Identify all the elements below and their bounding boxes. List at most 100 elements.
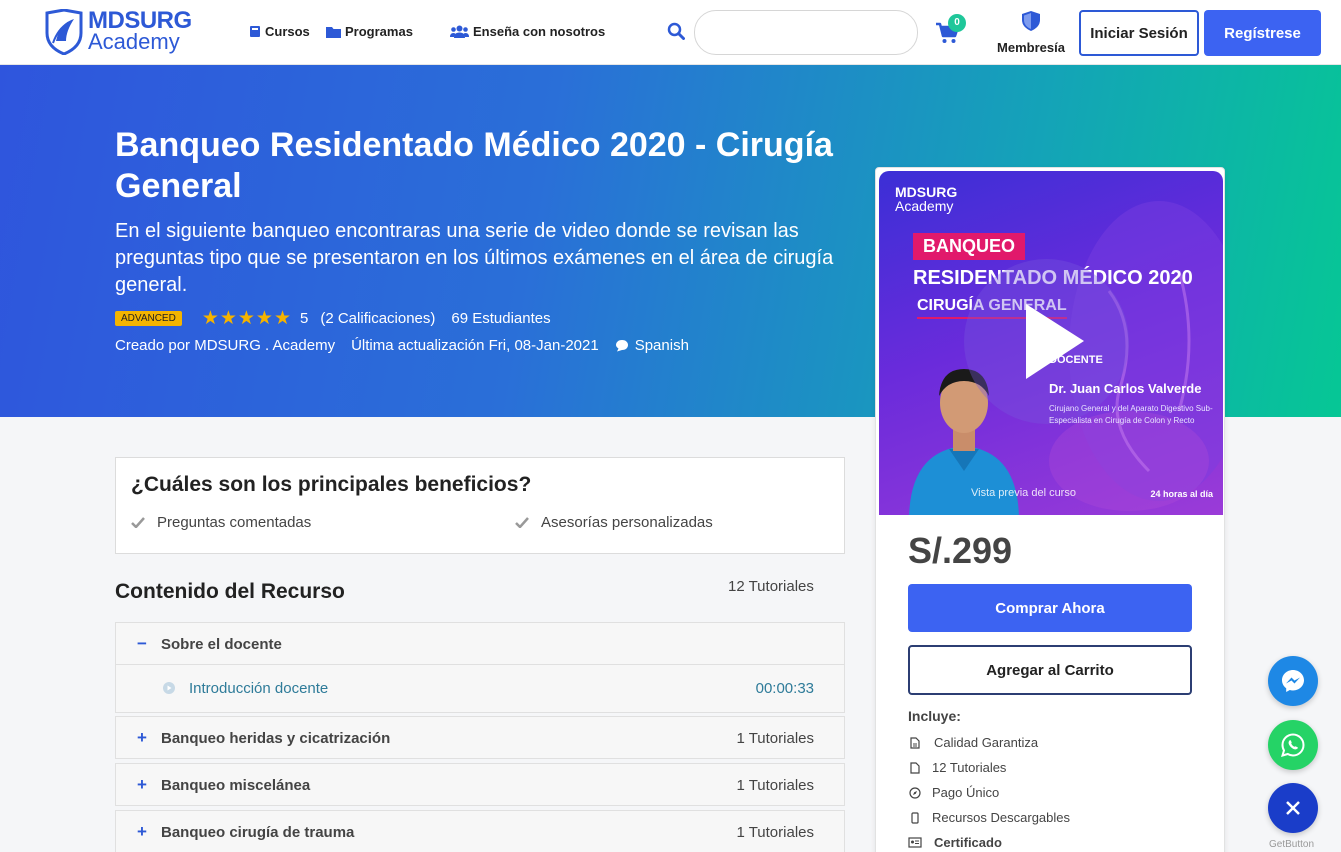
purchase-card: MDSURG Academy BANQUEO RESIDENTADO MÉDIC… bbox=[875, 167, 1225, 852]
compass-icon bbox=[909, 786, 921, 799]
check-icon bbox=[515, 517, 529, 528]
section-title: Banqueo miscelánea bbox=[161, 777, 311, 794]
register-button[interactable]: Regístrese bbox=[1204, 10, 1321, 56]
book-icon bbox=[250, 26, 260, 37]
includes-label: 12 Tutoriales bbox=[932, 760, 1007, 775]
document-icon bbox=[910, 761, 920, 774]
video-docente-label: DOCENTE bbox=[1049, 354, 1103, 366]
rating-stars: ★★★★★ bbox=[201, 308, 292, 329]
section-sobre-docente[interactable]: − Sobre el docente bbox=[115, 622, 845, 665]
includes-item: 12 Tutoriales bbox=[908, 755, 1070, 780]
language: Spanish bbox=[615, 337, 689, 354]
benefit-item: Preguntas comentadas bbox=[131, 514, 311, 531]
level-badge: ADVANCED bbox=[115, 311, 182, 326]
lesson-duration: 00:00:33 bbox=[755, 680, 814, 697]
whatsapp-icon bbox=[1281, 733, 1305, 757]
video-footer: 24 horas al día bbox=[1150, 489, 1213, 499]
nav-programas-label: Programas bbox=[345, 24, 413, 39]
messenger-button[interactable] bbox=[1268, 656, 1318, 706]
expand-icon: + bbox=[137, 822, 147, 841]
rating-value: 5 bbox=[300, 310, 309, 327]
includes-item: Pago Único bbox=[908, 780, 1070, 805]
nav-ensena-label: Enseña con nosotros bbox=[473, 24, 606, 39]
close-icon bbox=[1286, 801, 1300, 815]
preview-label: Vista previa del curso bbox=[971, 487, 1076, 499]
lesson-row[interactable]: Introducción docente 00:00:33 bbox=[115, 665, 845, 713]
close-widget-button[interactable] bbox=[1268, 783, 1318, 833]
course-price: S/.299 bbox=[908, 530, 1013, 571]
shield-icon bbox=[1022, 11, 1040, 31]
site-header: MDSURG Academy Cursos Programas Enseña c… bbox=[0, 0, 1341, 65]
search-icon[interactable] bbox=[667, 22, 685, 40]
getbutton-label: GetButton bbox=[1269, 839, 1315, 850]
includes-item: Certificado bbox=[908, 830, 1070, 852]
section-title: Banqueo cirugía de trauma bbox=[161, 824, 355, 841]
play-button[interactable] bbox=[964, 259, 1129, 424]
includes-label: Certificado bbox=[934, 835, 1002, 850]
includes-item: Calidad Garantiza bbox=[908, 730, 1070, 755]
video-docente-name: Dr. Juan Carlos Valverde bbox=[1049, 381, 1202, 396]
site-logo[interactable]: MDSURG Academy bbox=[44, 9, 192, 55]
messenger-icon bbox=[1282, 670, 1304, 692]
collapse-icon: − bbox=[137, 634, 147, 653]
play-icon bbox=[1026, 304, 1084, 379]
login-button[interactable]: Iniciar Sesión bbox=[1079, 10, 1199, 56]
ratings-count: (2 Calificaciones) bbox=[320, 310, 436, 327]
nav-ensena[interactable]: Enseña con nosotros bbox=[450, 24, 605, 39]
nav-cursos-label: Cursos bbox=[265, 24, 310, 39]
section-title: Banqueo heridas y cicatrización bbox=[161, 730, 391, 747]
includes-list: Calidad Garantiza 12 Tutoriales Pago Úni… bbox=[908, 730, 1070, 852]
expand-icon: + bbox=[137, 728, 147, 747]
video-docente-desc: Cirujano General y del Aparato Digestivo… bbox=[1049, 404, 1213, 425]
section-count: 1 Tutoriales bbox=[736, 730, 814, 747]
shield-logo-icon bbox=[45, 9, 83, 55]
section-title: Sobre el docente bbox=[161, 636, 282, 653]
section-miscelanea[interactable]: + Banqueo miscelánea 1 Tutoriales bbox=[115, 763, 845, 806]
section-count: 1 Tutoriales bbox=[736, 824, 814, 841]
benefits-box: ¿Cuáles son los principales beneficios? … bbox=[115, 457, 845, 554]
buy-now-button[interactable]: Comprar Ahora bbox=[908, 584, 1192, 632]
created-by: Creado por MDSURG . Academy bbox=[115, 337, 336, 354]
certificate-icon bbox=[908, 837, 922, 848]
students-count: 69 Estudiantes bbox=[451, 310, 551, 327]
search-input[interactable] bbox=[694, 10, 918, 55]
lesson-title: Introducción docente bbox=[189, 680, 329, 697]
benefits-title: ¿Cuáles son los principales beneficios? bbox=[131, 473, 532, 496]
check-icon bbox=[131, 517, 145, 528]
whatsapp-button[interactable] bbox=[1268, 720, 1318, 770]
add-to-cart-button[interactable]: Agregar al Carrito bbox=[908, 645, 1192, 695]
play-circle-icon bbox=[163, 682, 175, 694]
nav-programas[interactable]: Programas bbox=[326, 24, 413, 39]
membership-link[interactable]: Membresía bbox=[994, 10, 1068, 55]
nav-cursos[interactable]: Cursos bbox=[249, 24, 310, 39]
video-tag: BANQUEO bbox=[913, 233, 1026, 260]
course-meta: ADVANCED ★★★★★ 5 (2 Calificaciones) 69 E… bbox=[115, 307, 551, 330]
includes-title: Incluye: bbox=[908, 708, 961, 724]
mobile-icon bbox=[911, 811, 919, 824]
benefit-item: Asesorías personalizadas bbox=[515, 514, 713, 531]
section-trauma[interactable]: + Banqueo cirugía de trauma 1 Tutoriales bbox=[115, 810, 845, 852]
includes-label: Pago Único bbox=[932, 785, 1000, 800]
content-count: 12 Tutoriales bbox=[728, 578, 814, 595]
video-logo: MDSURG Academy bbox=[895, 185, 957, 213]
users-icon bbox=[450, 25, 469, 38]
course-meta-secondary: Creado por MDSURG . Academy Última actua… bbox=[115, 337, 689, 354]
includes-item: Recursos Descargables bbox=[908, 805, 1070, 830]
section-count: 1 Tutoriales bbox=[736, 777, 814, 794]
course-preview-video[interactable]: MDSURG Academy BANQUEO RESIDENTADO MÉDIC… bbox=[879, 171, 1223, 515]
expand-icon: + bbox=[137, 775, 147, 794]
benefit-label: Asesorías personalizadas bbox=[541, 514, 713, 531]
chat-icon bbox=[615, 340, 628, 352]
includes-label: Recursos Descargables bbox=[932, 810, 1071, 825]
course-description: En el siguiente banqueo encontraras una … bbox=[115, 220, 834, 296]
folder-icon bbox=[326, 26, 341, 38]
logo-subname: Academy bbox=[88, 29, 180, 54]
includes-label: Calidad Garantiza bbox=[934, 735, 1039, 750]
video-logo-subname: Academy bbox=[895, 198, 954, 214]
membership-label: Membresía bbox=[997, 40, 1065, 55]
content-title: Contenido del Recurso bbox=[115, 580, 345, 603]
language-label: Spanish bbox=[634, 337, 689, 354]
section-heridas[interactable]: + Banqueo heridas y cicatrización 1 Tuto… bbox=[115, 716, 845, 759]
course-title: Banqueo Residentado Médico 2020 - Cirugí… bbox=[115, 126, 833, 205]
benefit-label: Preguntas comentadas bbox=[157, 514, 312, 531]
